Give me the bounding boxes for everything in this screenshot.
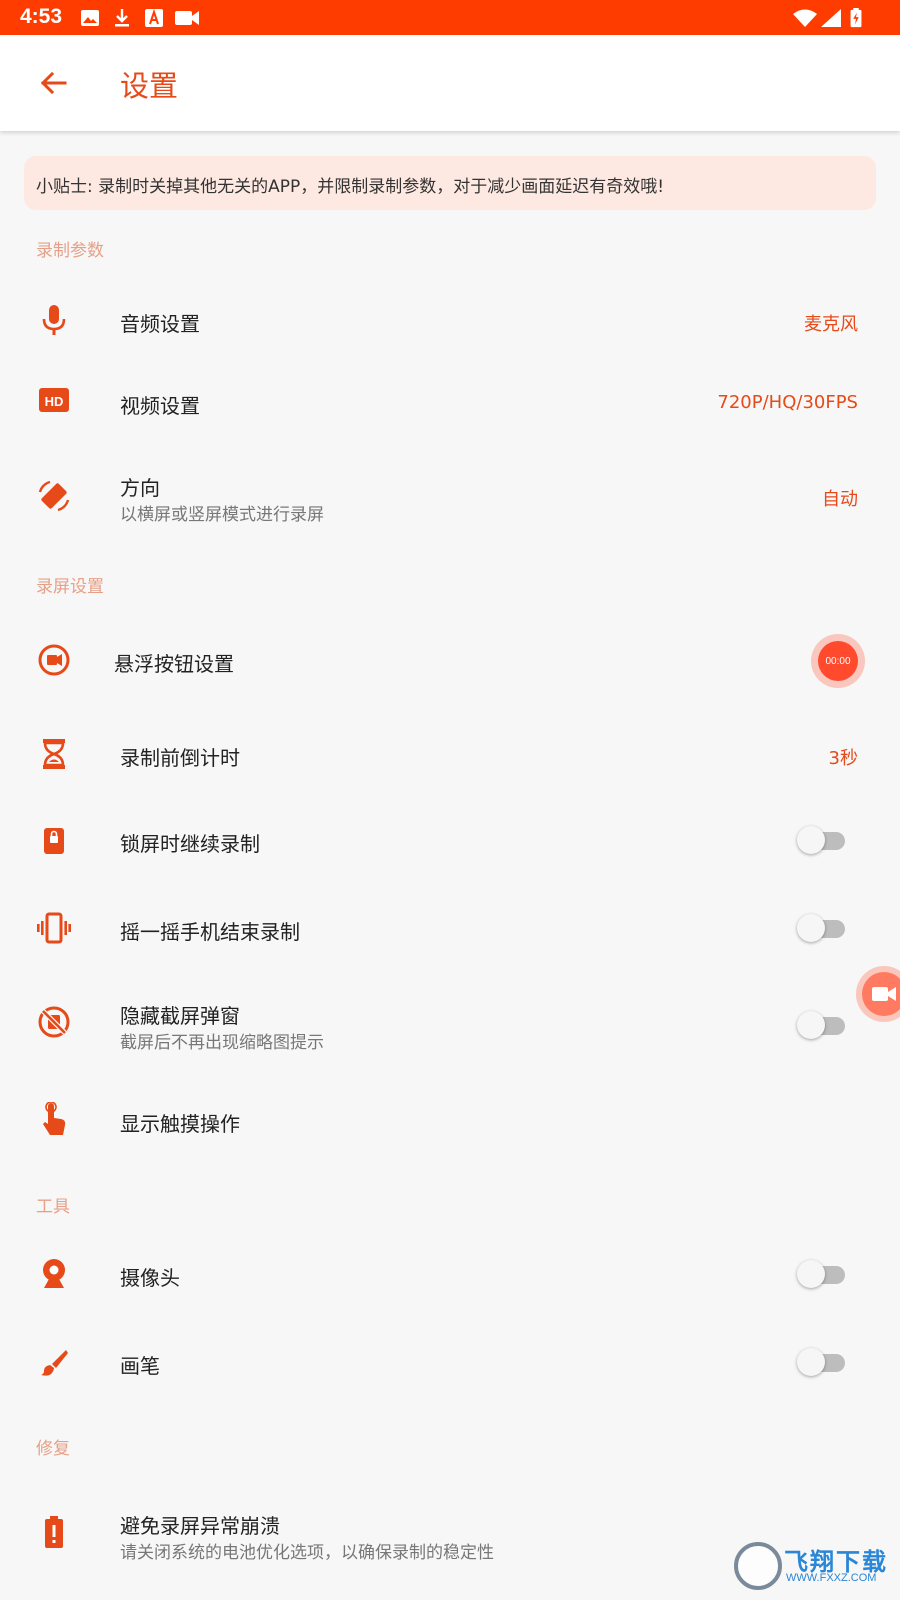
vibrate-icon (36, 910, 72, 946)
section-header-tools: 工具 (36, 1197, 70, 1217)
section-header-record-params: 录制参数 (36, 241, 104, 261)
app-bar: 设置 (0, 35, 900, 131)
orientation-subtitle: 以横屏或竖屏模式进行录屏 (120, 505, 324, 525)
shake-stop-title: 摇一摇手机结束录制 (120, 920, 300, 944)
signal-icon (821, 9, 841, 27)
hd-icon: HD (36, 382, 72, 418)
countdown-title: 录制前倒计时 (120, 746, 240, 770)
hourglass-icon (36, 736, 72, 772)
show-touches-row[interactable]: 显示触摸操作 (0, 1080, 900, 1162)
lock-icon (36, 822, 72, 858)
battery-alert-icon (36, 1514, 72, 1550)
watermark-url: WWW.FXXZ.COM (786, 1572, 877, 1584)
lock-screen-row[interactable]: 锁屏时继续录制 (0, 802, 900, 878)
hide-popup-toggle[interactable] (797, 1008, 849, 1042)
page-title: 设置 (120, 69, 179, 103)
tip-text: 小贴士: 录制时关掉其他无关的APP，并限制录制参数，对于减少画面延迟有奇效哦! (36, 177, 665, 197)
float-button-timer: 00:00 (818, 641, 858, 681)
hide-popup-subtitle: 截屏后不再出现缩略图提示 (120, 1033, 324, 1053)
brush-icon (36, 1344, 72, 1380)
camera-title: 摄像头 (120, 1266, 180, 1290)
float-button-title: 悬浮按钮设置 (114, 652, 234, 676)
touch-icon (36, 1102, 72, 1138)
back-button[interactable] (30, 63, 76, 103)
brush-row[interactable]: 画笔 (0, 1324, 900, 1400)
audio-settings-title: 音频设置 (120, 312, 200, 336)
countdown-row[interactable]: 录制前倒计时 3秒 (0, 716, 900, 792)
video-settings-value: 720P/HQ/30FPS (717, 392, 858, 413)
no-screenshot-icon (36, 1004, 72, 1040)
videocam-icon (175, 11, 199, 25)
lock-screen-title: 锁屏时继续录制 (120, 832, 260, 856)
orientation-value: 自动 (822, 489, 858, 510)
font-download-icon (145, 8, 163, 27)
audio-settings-row[interactable]: 音频设置 麦克风 (0, 282, 900, 358)
section-header-repair: 修复 (36, 1439, 70, 1459)
hide-popup-row[interactable]: 隐藏截屏弹窗 截屏后不再出现缩略图提示 (0, 976, 900, 1068)
watermark-emblem (734, 1542, 782, 1590)
arrow-back-icon (40, 71, 67, 95)
lock-screen-toggle[interactable] (797, 823, 849, 857)
brush-title: 画笔 (120, 1354, 160, 1378)
float-button-row[interactable]: 悬浮按钮设置 (0, 618, 900, 702)
battery-charging-icon (850, 8, 862, 28)
battery-optimization-title: 避免录屏异常崩溃 (120, 1514, 280, 1538)
video-settings-row[interactable]: HD 视频设置 720P/HQ/30FPS (0, 364, 900, 440)
shake-stop-toggle[interactable] (797, 911, 849, 945)
status-time: 4:53 (20, 5, 63, 28)
status-bar: 4:53 (0, 0, 900, 35)
orientation-title: 方向 (120, 476, 160, 500)
hide-popup-title: 隐藏截屏弹窗 (120, 1004, 240, 1028)
video-settings-title: 视频设置 (120, 394, 200, 418)
camera-toggle[interactable] (797, 1257, 849, 1291)
battery-optimization-subtitle: 请关闭系统的电池优化选项，以确保录制的稳定性 (120, 1543, 494, 1563)
mic-icon (36, 302, 72, 338)
brush-toggle[interactable] (797, 1345, 849, 1379)
countdown-value: 3秒 (828, 748, 858, 769)
wifi-icon (793, 9, 817, 27)
tip-banner: 小贴士: 录制时关掉其他无关的APP，并限制录制参数，对于减少画面延迟有奇效哦! (24, 156, 876, 210)
orientation-row[interactable]: 方向 以横屏或竖屏模式进行录屏 自动 (0, 450, 900, 540)
webcam-icon (36, 1256, 72, 1292)
download-icon (115, 9, 129, 27)
record-circle-icon (36, 642, 72, 678)
camera-row[interactable]: 摄像头 (0, 1236, 900, 1312)
screen-rotation-icon (36, 478, 72, 514)
image-icon (81, 10, 99, 26)
watermark-logo: 飞翔下载 WWW.FXXZ.COM (732, 1540, 894, 1592)
svg-text:HD: HD (45, 394, 64, 409)
show-touches-title: 显示触摸操作 (120, 1112, 240, 1136)
section-header-screen-settings: 录屏设置 (36, 577, 104, 597)
shake-stop-row[interactable]: 摇一摇手机结束录制 (0, 890, 900, 966)
float-button-preview[interactable]: 00:00 (811, 634, 865, 688)
audio-settings-value: 麦克风 (804, 314, 858, 335)
